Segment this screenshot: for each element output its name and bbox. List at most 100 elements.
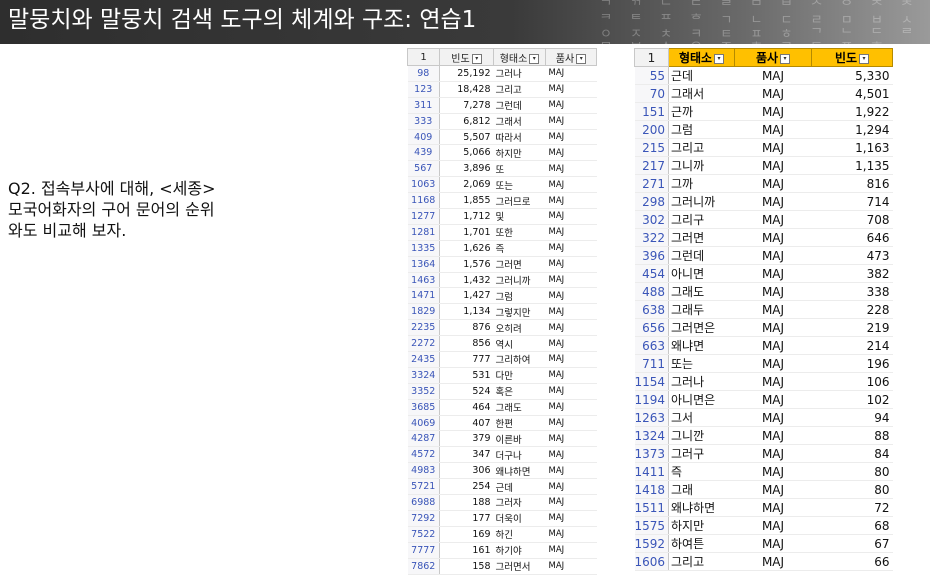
table-row[interactable]: 3324 531 다만 MAJ [407, 367, 597, 384]
table-row[interactable]: 4572 347 더구나 MAJ [407, 446, 597, 464]
row-number[interactable]: 3685 [407, 399, 440, 416]
form-cell[interactable]: 하지만 [493, 144, 546, 162]
row-number[interactable]: 6988 [407, 494, 440, 511]
form-cell[interactable]: 혹은 [493, 383, 546, 400]
freq-cell[interactable]: 3,896 [439, 160, 494, 178]
form-cell[interactable]: 그러니까 [493, 272, 546, 289]
row-number[interactable]: 1154 [634, 372, 669, 391]
form-cell[interactable]: 그러자 [493, 494, 546, 511]
freq-cell[interactable]: 5,507 [439, 129, 494, 146]
pos-cell[interactable]: MAJ [545, 415, 597, 432]
pos-cell[interactable]: MAJ [734, 174, 812, 193]
freq-cell[interactable]: 196 [811, 354, 893, 373]
table-row[interactable]: 1364 1,576 그러면 MAJ [407, 256, 597, 273]
pos-cell[interactable]: MAJ [734, 102, 812, 121]
freq-cell[interactable]: 464 [439, 399, 494, 416]
table-row[interactable]: 1418 그래 MAJ 80 [634, 480, 893, 499]
pos-cell[interactable]: MAJ [545, 526, 597, 543]
pos-cell[interactable]: MAJ [545, 335, 597, 353]
form-cell[interactable]: 그러므로 [493, 192, 546, 210]
table-row[interactable]: 2235 876 오히려 MAJ [407, 319, 597, 337]
table-row[interactable]: 1511 왜냐하면 MAJ 72 [634, 498, 893, 517]
pos-cell[interactable]: MAJ [545, 494, 597, 511]
form-cell[interactable]: 오히려 [493, 319, 546, 337]
row-number[interactable]: 454 [634, 264, 669, 283]
form-cell[interactable]: 또한 [493, 224, 546, 241]
table-row[interactable]: 7862 158 그러면서 MAJ [407, 558, 597, 575]
row-number[interactable]: 1592 [634, 534, 669, 553]
freq-cell[interactable]: 876 [439, 319, 494, 337]
table-row[interactable]: 2272 856 역시 MAJ [407, 335, 597, 353]
form-cell[interactable]: 그러면 [668, 228, 735, 247]
freq-cell[interactable]: 2,069 [439, 176, 494, 194]
freq-cell[interactable]: 169 [439, 526, 494, 543]
pos-cell[interactable]: MAJ [545, 144, 597, 162]
freq-cell[interactable]: 531 [439, 367, 494, 384]
freq-cell[interactable]: 1,135 [811, 156, 893, 175]
freq-cell[interactable]: 219 [811, 318, 893, 337]
freq-cell[interactable]: 214 [811, 336, 893, 355]
pos-cell[interactable]: MAJ [734, 66, 812, 85]
form-cell[interactable]: 더구나 [493, 446, 546, 464]
row-number[interactable]: 409 [407, 129, 440, 146]
form-cell[interactable]: 왜냐하면 [493, 462, 546, 480]
column-header-form[interactable]: 형태소 ▾ [668, 48, 735, 67]
freq-cell[interactable]: 306 [439, 462, 494, 480]
form-cell[interactable]: 아니면 [668, 264, 735, 283]
freq-cell[interactable]: 84 [811, 444, 893, 463]
freq-cell[interactable]: 1,163 [811, 138, 893, 157]
freq-cell[interactable]: 714 [811, 192, 893, 211]
form-cell[interactable]: 따라서 [493, 129, 546, 146]
table-row[interactable]: 1324 그니깐 MAJ 88 [634, 426, 893, 445]
row-number[interactable]: 1511 [634, 498, 669, 517]
form-cell[interactable]: 그러면은 [668, 318, 735, 337]
filter-dropdown-icon[interactable]: ▾ [859, 53, 870, 64]
freq-cell[interactable]: 177 [439, 510, 494, 527]
pos-cell[interactable]: MAJ [734, 336, 812, 355]
row-number[interactable]: 7862 [407, 558, 440, 575]
table-row[interactable]: 638 그래두 MAJ 228 [634, 300, 893, 319]
table-row[interactable]: 333 6,812 그래서 MAJ [407, 113, 597, 130]
row-number[interactable]: 7292 [407, 510, 440, 527]
row-number[interactable]: 215 [634, 138, 669, 157]
form-cell[interactable]: 하여튼 [668, 534, 735, 553]
freq-cell[interactable]: 407 [439, 415, 494, 432]
table-row[interactable]: 439 5,066 하지만 MAJ [407, 144, 597, 162]
row-number[interactable]: 1168 [407, 192, 440, 210]
freq-cell[interactable]: 68 [811, 516, 893, 535]
table-row[interactable]: 200 그럼 MAJ 1,294 [634, 120, 893, 139]
freq-cell[interactable]: 1,576 [439, 256, 494, 273]
form-cell[interactable]: 그러면서 [493, 558, 546, 575]
column-header-freq[interactable]: 빈도 ▾ [811, 48, 893, 67]
form-cell[interactable]: 그럼 [668, 120, 735, 139]
form-cell[interactable]: 왜냐하면 [668, 498, 735, 517]
form-cell[interactable]: 그러면 [493, 256, 546, 273]
pos-cell[interactable]: MAJ [734, 192, 812, 211]
form-cell[interactable]: 그니까 [668, 156, 735, 175]
row-number[interactable]: 567 [407, 160, 440, 178]
row-number[interactable]: 322 [634, 228, 669, 247]
freq-cell[interactable]: 94 [811, 408, 893, 427]
table-row[interactable]: 1463 1,432 그러니까 MAJ [407, 272, 597, 289]
table-row[interactable]: 98 25,192 그러나 MAJ [407, 65, 597, 82]
table-row[interactable]: 488 그래도 MAJ 338 [634, 282, 893, 301]
form-cell[interactable]: 하긴 [493, 526, 546, 543]
freq-cell[interactable]: 5,066 [439, 144, 494, 162]
pos-cell[interactable]: MAJ [734, 516, 812, 535]
row-number[interactable]: 298 [634, 192, 669, 211]
freq-cell[interactable]: 67 [811, 534, 893, 553]
form-cell[interactable]: 왜냐면 [668, 336, 735, 355]
freq-cell[interactable]: 1,432 [439, 272, 494, 289]
pos-cell[interactable]: MAJ [545, 160, 597, 178]
row-number[interactable]: 3352 [407, 383, 440, 400]
freq-cell[interactable]: 80 [811, 480, 893, 499]
table-row[interactable]: 1335 1,626 즉 MAJ [407, 240, 597, 257]
pos-cell[interactable]: MAJ [545, 367, 597, 384]
table-row[interactable]: 298 그러니까 MAJ 714 [634, 192, 893, 211]
pos-cell[interactable]: MAJ [545, 272, 597, 289]
row-number[interactable]: 1263 [634, 408, 669, 427]
form-cell[interactable]: 다만 [493, 367, 546, 384]
pos-cell[interactable]: MAJ [734, 228, 812, 247]
pos-cell[interactable]: MAJ [545, 399, 597, 416]
form-cell[interactable]: 그래두 [668, 300, 735, 319]
